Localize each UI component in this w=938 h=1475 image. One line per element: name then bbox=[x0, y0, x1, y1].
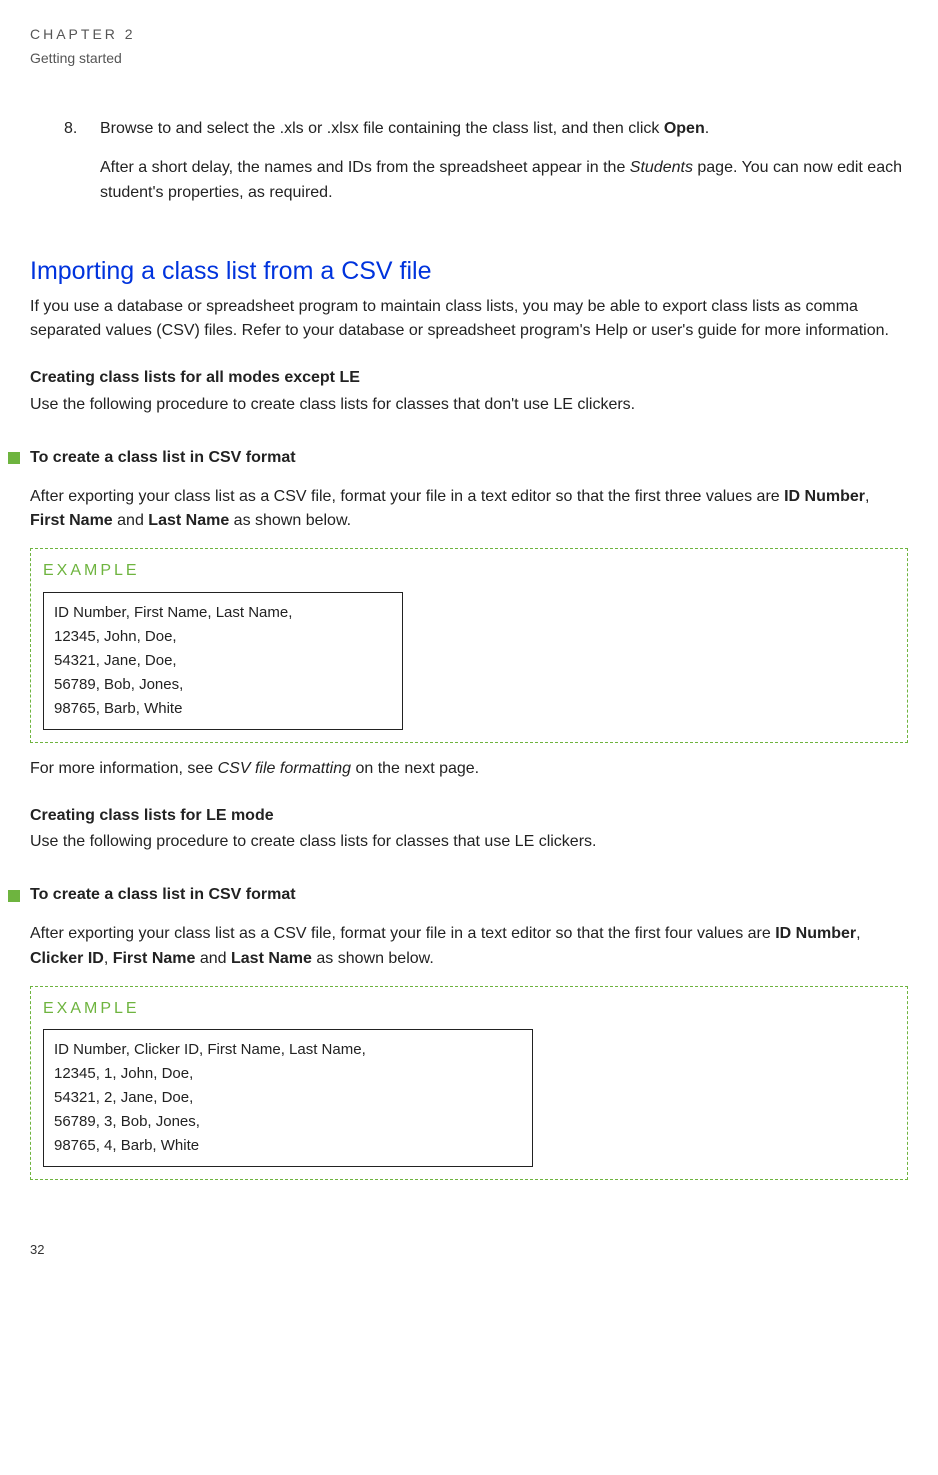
subhead-le-mode: Creating class lists for LE mode bbox=[30, 804, 908, 829]
chapter-header: CHAPTER 2 bbox=[30, 24, 908, 46]
procedure-marker-icon bbox=[8, 452, 20, 464]
procedure-title-1: To create a class list in CSV format bbox=[30, 446, 296, 471]
section-title-importing-csv: Importing a class list from a CSV file bbox=[30, 252, 908, 291]
text-run: as shown below. bbox=[229, 512, 351, 529]
subhead-all-modes: Creating class lists for all modes excep… bbox=[30, 366, 908, 391]
example-box-2: EXAMPLE ID Number, Clicker ID, First Nam… bbox=[30, 986, 908, 1181]
procedure-title-2: To create a class list in CSV format bbox=[30, 883, 296, 908]
text-run: as shown below. bbox=[312, 950, 434, 967]
chapter-subtitle: Getting started bbox=[30, 48, 908, 70]
id-number-label: ID Number bbox=[775, 925, 856, 942]
csv-line: 54321, Jane, Doe, bbox=[54, 649, 392, 673]
text-run: After exporting your class list as a CSV… bbox=[30, 488, 784, 505]
example-box-1: EXAMPLE ID Number, First Name, Last Name… bbox=[30, 548, 908, 743]
proc1-paragraph: After exporting your class list as a CSV… bbox=[30, 485, 908, 535]
text-run: Browse to and select the .xls or .xlsx f… bbox=[100, 120, 664, 137]
text-run: and bbox=[113, 512, 149, 529]
first-name-label: First Name bbox=[30, 512, 113, 529]
sub2-body: Use the following procedure to create cl… bbox=[30, 830, 908, 855]
section-intro: If you use a database or spreadsheet pro… bbox=[30, 295, 908, 345]
step-8-line-2: After a short delay, the names and IDs f… bbox=[100, 156, 908, 206]
last-name-label: Last Name bbox=[231, 950, 312, 967]
more-info-line: For more information, see CSV file forma… bbox=[30, 757, 908, 782]
csv-example-1: ID Number, First Name, Last Name, 12345,… bbox=[43, 592, 403, 730]
text-run: After exporting your class list as a CSV… bbox=[30, 925, 775, 942]
text-run: on the next page. bbox=[351, 760, 479, 777]
step-number: 8. bbox=[64, 117, 100, 215]
step-8-line-1: Browse to and select the .xls or .xlsx f… bbox=[100, 117, 908, 142]
csv-line: ID Number, Clicker ID, First Name, Last … bbox=[54, 1038, 522, 1062]
last-name-label: Last Name bbox=[148, 512, 229, 529]
text-run: . bbox=[705, 120, 709, 137]
text-run: , bbox=[865, 488, 869, 505]
csv-line: 98765, 4, Barb, White bbox=[54, 1134, 522, 1158]
step-8: 8. Browse to and select the .xls or .xls… bbox=[64, 117, 908, 215]
clicker-id-label: Clicker ID bbox=[30, 950, 104, 967]
first-name-label: First Name bbox=[113, 950, 196, 967]
example-label-1: EXAMPLE bbox=[43, 559, 895, 584]
csv-line: 98765, Barb, White bbox=[54, 697, 392, 721]
text-run: , bbox=[856, 925, 860, 942]
id-number-label: ID Number bbox=[784, 488, 865, 505]
csv-line: 56789, Bob, Jones, bbox=[54, 673, 392, 697]
text-run: For more information, see bbox=[30, 760, 218, 777]
csv-formatting-ref: CSV file formatting bbox=[218, 760, 351, 777]
procedure-marker-icon bbox=[8, 890, 20, 902]
open-label: Open bbox=[664, 120, 705, 137]
example-label-2: EXAMPLE bbox=[43, 997, 895, 1022]
students-page-ref: Students bbox=[630, 159, 693, 176]
csv-line: 12345, 1, John, Doe, bbox=[54, 1062, 522, 1086]
csv-line: 12345, John, Doe, bbox=[54, 625, 392, 649]
procedure-title-row-2: To create a class list in CSV format bbox=[30, 883, 908, 908]
text-run: , bbox=[104, 950, 113, 967]
csv-line: 54321, 2, Jane, Doe, bbox=[54, 1086, 522, 1110]
text-run: After a short delay, the names and IDs f… bbox=[100, 159, 630, 176]
csv-example-2: ID Number, Clicker ID, First Name, Last … bbox=[43, 1029, 533, 1167]
csv-line: ID Number, First Name, Last Name, bbox=[54, 601, 392, 625]
csv-line: 56789, 3, Bob, Jones, bbox=[54, 1110, 522, 1134]
text-run: and bbox=[195, 950, 231, 967]
step-8-block: 8. Browse to and select the .xls or .xls… bbox=[64, 117, 908, 215]
page-number: 32 bbox=[30, 1240, 908, 1260]
sub1-body: Use the following procedure to create cl… bbox=[30, 393, 908, 418]
procedure-title-row-1: To create a class list in CSV format bbox=[30, 446, 908, 471]
proc2-paragraph: After exporting your class list as a CSV… bbox=[30, 922, 908, 972]
